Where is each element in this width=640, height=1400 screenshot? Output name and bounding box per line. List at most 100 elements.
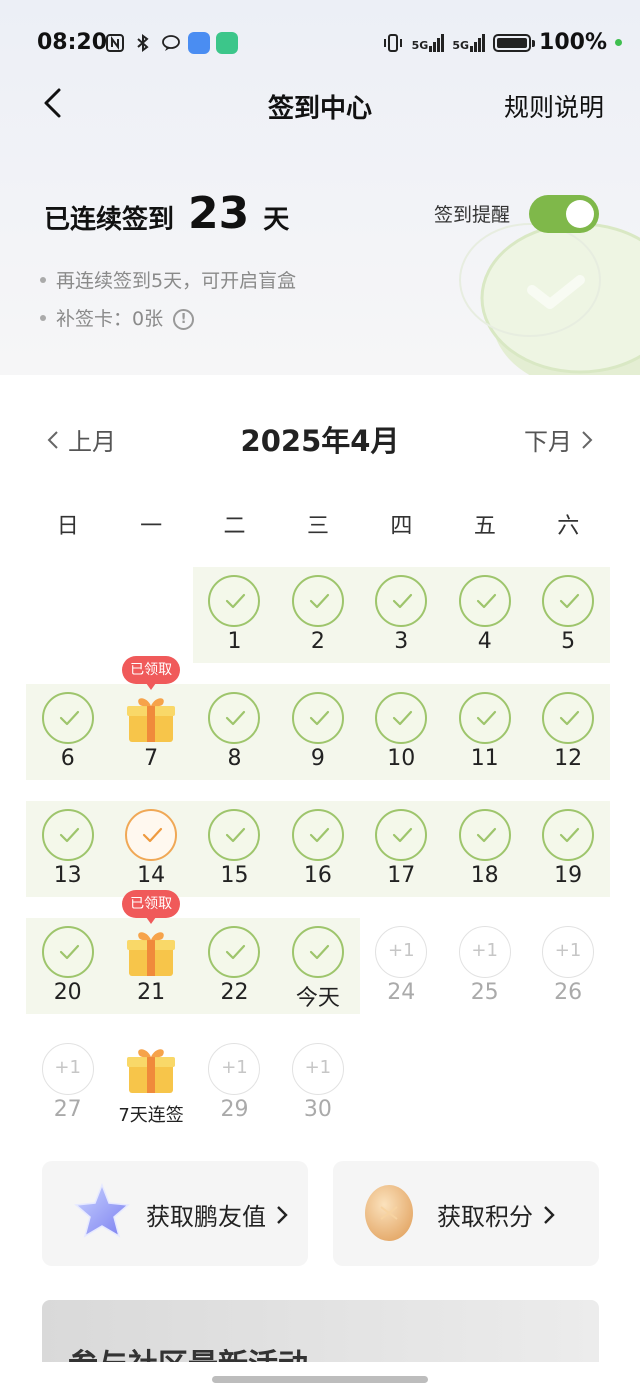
calendar-day[interactable]: 5 <box>526 567 609 667</box>
checked-icon <box>41 692 94 744</box>
calendar-day[interactable]: 已领取 7 <box>109 656 192 784</box>
battery-percent: 100% <box>539 30 607 55</box>
store-app-icon <box>216 32 238 54</box>
reminder-label: 签到提醒 <box>434 204 511 226</box>
day-label: 4 <box>477 629 492 654</box>
calendar-day[interactable]: 20 <box>26 918 109 1018</box>
signal-icon-1: 5G <box>412 33 445 52</box>
weekday-header: 日 一 二 三 四 五 六 <box>26 508 610 540</box>
get-friend-value-card[interactable]: 获取鹏友值 <box>42 1161 308 1266</box>
checked-icon <box>375 692 428 744</box>
checked-icon <box>291 809 344 861</box>
calendar-day[interactable]: +1 24 <box>360 918 443 1018</box>
calendar-day[interactable]: 19 <box>526 801 609 901</box>
gift-box-icon <box>125 692 177 744</box>
header-area: 08:20 5G 5G 100% 签到中心 规则说明 已连续签到 23 天 签到… <box>0 0 640 375</box>
bonus-circle: +1 <box>208 1043 261 1095</box>
info-icon[interactable]: ! <box>173 309 195 330</box>
calendar-day[interactable]: 14 <box>109 801 192 901</box>
day-label: 11 <box>470 746 499 771</box>
makeup-card-count: 补签卡：0张! <box>40 304 195 331</box>
next-month-button[interactable]: 下月 <box>524 422 594 457</box>
calendar-day[interactable]: +1 27 <box>26 1035 109 1135</box>
calendar-day[interactable]: 9 <box>276 684 359 784</box>
streak-suffix: 天 <box>263 205 290 235</box>
calendar-day[interactable]: 12 <box>526 684 609 784</box>
day-label: 30 <box>303 1097 332 1122</box>
day-label: 27 <box>53 1097 82 1122</box>
day-label: 16 <box>303 863 332 888</box>
bullet-dot <box>40 277 46 283</box>
calendar-day[interactable]: 今天 <box>276 918 359 1018</box>
toggle-knob <box>566 200 594 228</box>
chevron-right-icon <box>277 1205 288 1224</box>
calendar-day[interactable]: +1 30 <box>276 1035 359 1135</box>
next-month-label: 下月 <box>524 428 572 456</box>
calendar-day[interactable]: 1 <box>193 567 276 667</box>
checked-icon <box>208 809 261 861</box>
day-label: 7 <box>144 746 159 771</box>
bonus-circle: +1 <box>291 1043 344 1095</box>
calendar-day[interactable]: 15 <box>193 801 276 901</box>
calendar-day[interactable]: 已领取 21 <box>109 890 192 1018</box>
status-notification-icons <box>104 32 238 54</box>
checked-icon <box>291 926 344 978</box>
calendar-day[interactable]: +1 25 <box>443 918 526 1018</box>
checked-icon <box>458 809 511 861</box>
calendar-nav: 上月 2025年4月 下月 <box>0 418 640 462</box>
status-dot <box>615 39 622 46</box>
blindbox-hint-text: 再连续签到5天，可开启盲盒 <box>56 270 297 292</box>
calendar-day[interactable]: 17 <box>360 801 443 901</box>
checked-icon <box>542 575 595 627</box>
community-activity-banner[interactable]: 参与社区最新活动 <box>42 1300 599 1362</box>
checked-icon <box>208 692 261 744</box>
reminder-toggle[interactable] <box>529 195 599 233</box>
day-label: 6 <box>60 746 75 771</box>
calendar-day[interactable]: 6 <box>26 684 109 784</box>
rules-link[interactable]: 规则说明 <box>504 88 604 124</box>
day-label: 10 <box>387 746 416 771</box>
day-label: 29 <box>220 1097 249 1122</box>
gift-box-icon <box>125 926 177 978</box>
home-indicator[interactable] <box>212 1376 428 1383</box>
calendar-day[interactable]: 10 <box>360 684 443 784</box>
get-points-label: 获取积分 <box>437 1197 555 1232</box>
calendar-day[interactable]: 2 <box>276 567 359 667</box>
day-label: 24 <box>387 980 416 1005</box>
day-label: 14 <box>137 863 166 888</box>
calendar-day[interactable]: 16 <box>276 801 359 901</box>
weekday-label: 二 <box>223 514 246 539</box>
calendar-day[interactable]: 18 <box>443 801 526 901</box>
star-icon <box>74 1182 130 1238</box>
weekday-label: 三 <box>306 514 329 539</box>
battery-icon <box>493 33 536 52</box>
chevron-right-icon <box>582 430 593 449</box>
calendar-day[interactable]: 22 <box>193 918 276 1018</box>
bonus-circle: +1 <box>458 926 511 978</box>
calendar-day[interactable]: 11 <box>443 684 526 784</box>
calendar-day[interactable]: 4 <box>443 567 526 667</box>
bluetooth-icon <box>132 32 154 54</box>
day-label: 今天 <box>295 986 340 1011</box>
calendar-day[interactable]: 3 <box>360 567 443 667</box>
day-label: 7天连签 <box>118 1105 184 1126</box>
weekday-label: 四 <box>390 514 413 539</box>
checked-icon <box>375 575 428 627</box>
get-points-card[interactable]: 获取积分 <box>333 1161 599 1266</box>
signal-icon-2: 5G <box>452 33 486 52</box>
checked-icon <box>542 809 595 861</box>
day-label: 12 <box>554 746 583 771</box>
checked-icon <box>542 692 595 744</box>
calendar-day[interactable]: +1 26 <box>526 918 609 1018</box>
calendar-day[interactable]: 7天连签 <box>109 1035 192 1135</box>
checked-icon <box>291 692 344 744</box>
blindbox-hint: 再连续签到5天，可开启盲盒 <box>40 266 296 293</box>
calendar-day[interactable]: 13 <box>26 801 109 901</box>
day-label: 5 <box>561 629 576 654</box>
calendar-day[interactable]: +1 29 <box>193 1035 276 1135</box>
card-text: 获取积分 <box>437 1203 533 1231</box>
day-label: 2 <box>310 629 325 654</box>
day-label: 15 <box>220 863 249 888</box>
calendar-day[interactable]: 8 <box>193 684 276 784</box>
day-label: 18 <box>470 863 499 888</box>
